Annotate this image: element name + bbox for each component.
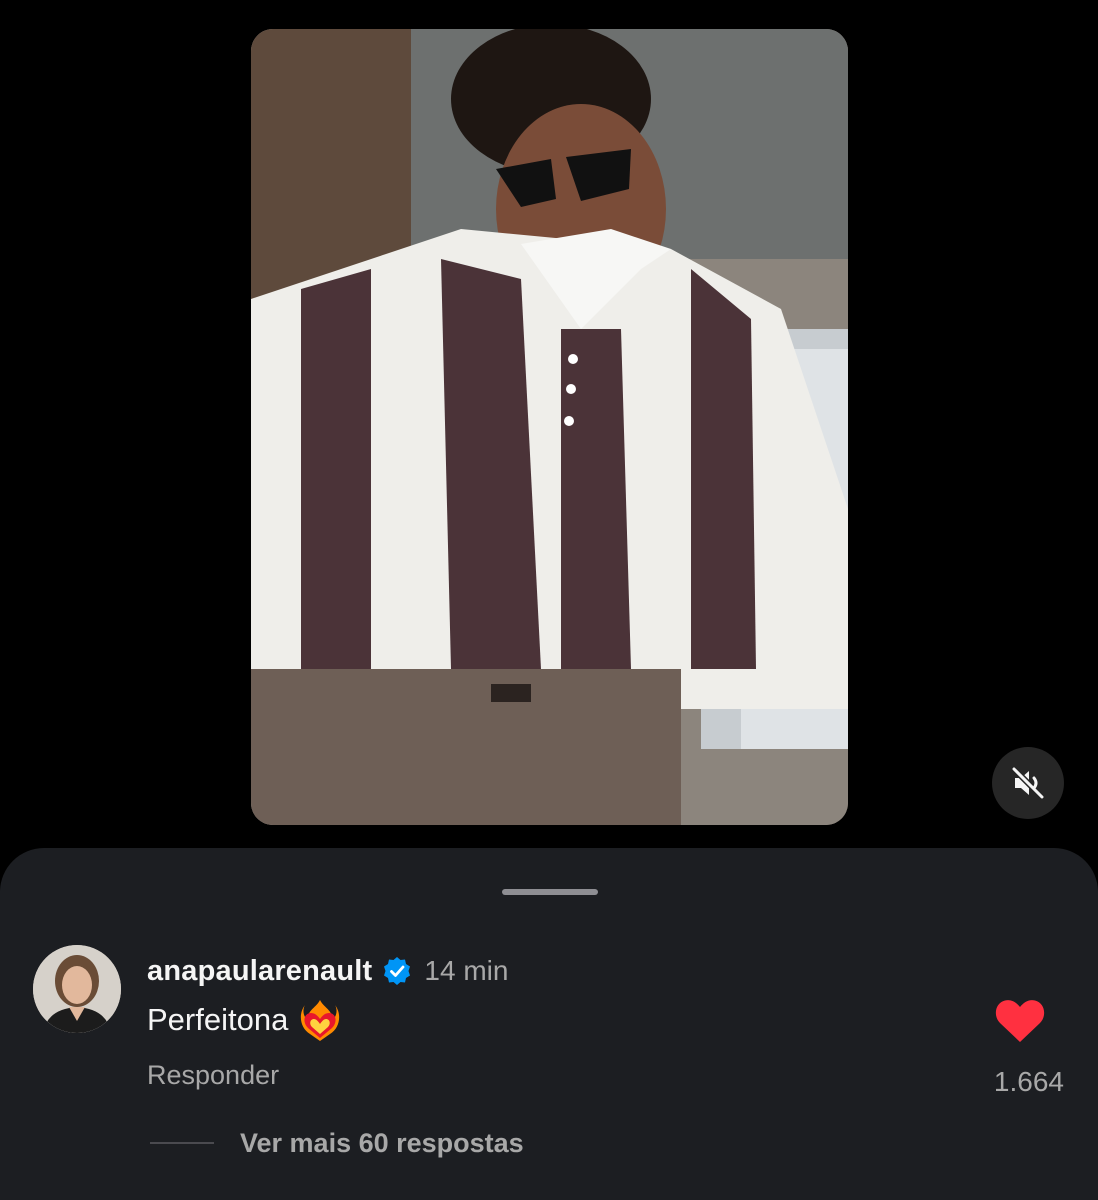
replies-divider-line <box>150 1142 214 1144</box>
view-more-replies-button[interactable]: Ver mais 60 respostas <box>150 1126 524 1160</box>
verified-badge-icon <box>384 957 411 985</box>
reply-button[interactable]: Responder <box>147 1060 279 1091</box>
sheet-grabber-handle[interactable] <box>502 889 598 895</box>
comments-sheet: anapaularenault 14 min Perfeitona Respon… <box>0 848 1098 1200</box>
video-frame-image <box>251 29 848 825</box>
avatar[interactable] <box>33 945 121 1033</box>
view-more-replies-label: Ver mais 60 respostas <box>240 1127 524 1158</box>
speaker-muted-icon <box>1011 766 1045 800</box>
like-count: 1.664 <box>993 1066 1064 1097</box>
comment-body: Perfeitona <box>147 1002 289 1037</box>
comment-username[interactable]: anapaularenault <box>147 955 372 988</box>
comment-header: anapaularenault 14 min <box>147 951 508 991</box>
like-heart-icon[interactable] <box>994 998 1046 1044</box>
comment-timestamp: 14 min <box>424 955 509 986</box>
video-preview[interactable] <box>251 29 848 825</box>
avatar-image <box>33 945 121 1033</box>
mute-toggle-button[interactable] <box>992 747 1064 819</box>
heart-on-fire-emoji-icon <box>301 1000 340 1041</box>
comment-text: Perfeitona <box>147 998 340 1042</box>
